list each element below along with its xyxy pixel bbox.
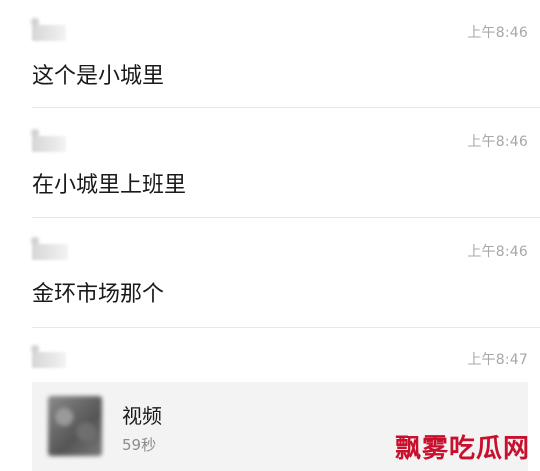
message-timestamp: 上午8:47: [467, 352, 528, 368]
video-thumbnail[interactable]: [48, 396, 102, 456]
message-text: 金环市场那个: [32, 282, 165, 307]
message-text: 在小城里上班里: [32, 173, 187, 198]
message-text: 这个是小城里: [32, 64, 165, 89]
sender-name-blurred: [32, 25, 66, 41]
sender-name-blurred: [32, 136, 66, 152]
video-duration: 59秒: [122, 436, 157, 454]
message-item[interactable]: 上午8:46 金环市场那个: [0, 218, 540, 328]
sender-name-blurred: [32, 352, 66, 368]
site-watermark: 飘雾吃瓜网: [394, 434, 530, 464]
video-title: 视频: [122, 404, 162, 428]
message-timestamp: 上午8:46: [467, 134, 528, 150]
message-item[interactable]: 上午8:46 在小城里上班里: [0, 108, 540, 218]
message-timestamp: 上午8:46: [467, 25, 528, 41]
message-timestamp: 上午8:46: [467, 244, 528, 260]
message-item[interactable]: 上午8:46 这个是小城里: [0, 0, 540, 108]
chat-history-page: 上午8:46 这个是小城里 上午8:46 在小城里上班里 上午8:46 金环市场…: [0, 0, 540, 471]
sender-name-blurred: [32, 244, 68, 260]
